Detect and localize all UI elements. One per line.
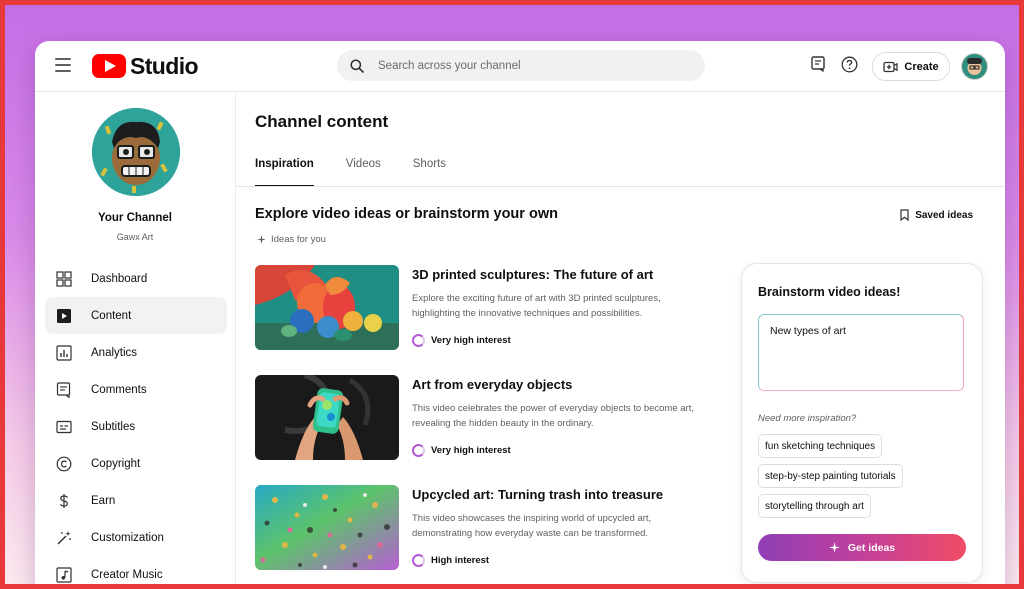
ideas-for-you-text: Ideas for you — [271, 234, 326, 245]
idea-card[interactable]: Art from everyday objects This video cel… — [255, 375, 715, 463]
sidebar-item-label: Dashboard — [91, 272, 148, 285]
tab-inspiration[interactable]: Inspiration — [255, 158, 314, 187]
need-inspiration-label: Need more inspiration? — [758, 413, 857, 424]
dashboard-icon — [55, 270, 73, 288]
ideas-for-you-label: Ideas for you — [257, 234, 326, 245]
idea-card[interactable]: 3D printed sculptures: The future of art… — [255, 265, 715, 353]
sidebar: Your Channel Gawx Art Dashboard Content … — [35, 92, 236, 584]
brainstorm-title: Brainstorm video ideas! — [758, 285, 901, 299]
sidebar-item-customization[interactable]: Customization — [45, 519, 227, 556]
menu-icon[interactable] — [55, 58, 71, 72]
sidebar-item-label: Analytics — [91, 346, 138, 359]
interest-ring-icon — [412, 334, 425, 347]
interest-ring-icon — [412, 444, 425, 457]
cartoon-avatar-icon — [92, 108, 180, 196]
top-bar: Studio Create — [35, 41, 1005, 92]
section-title: Explore video ideas or brainstorm your o… — [255, 206, 558, 222]
search-input[interactable] — [376, 58, 680, 73]
interest-indicator: High interest — [412, 554, 489, 567]
create-video-icon — [883, 61, 898, 72]
channel-handle: Gawx Art — [116, 232, 154, 242]
logo-text: Studio — [130, 52, 199, 79]
create-label: Create — [904, 60, 939, 73]
search-icon — [350, 58, 364, 73]
idea-description: Explore the exciting future of art with … — [412, 293, 661, 319]
sidebar-item-label: Creator Music — [91, 568, 163, 581]
sidebar-item-label: Copyright — [91, 457, 141, 470]
brainstorm-panel: Brainstorm video ideas! New types of art… — [741, 263, 983, 583]
page-title: Channel content — [255, 112, 389, 131]
comments-icon — [55, 381, 73, 399]
idea-title: Art from everyday objects — [412, 377, 573, 392]
sparkle-icon — [828, 542, 840, 553]
get-ideas-button[interactable]: Get ideas — [758, 534, 966, 561]
channel-name: Your Channel — [98, 212, 172, 224]
interest-indicator: Very high interest — [412, 334, 511, 347]
content-tabs: Inspiration Videos Shorts — [255, 158, 446, 187]
tabs-divider — [236, 186, 1005, 187]
idea-description: This video showcases the inspiring world… — [412, 513, 652, 539]
music-icon — [55, 566, 73, 584]
sidebar-nav: Dashboard Content Analytics Comments Sub… — [45, 260, 227, 584]
youtube-studio-logo[interactable]: Studio — [92, 52, 199, 79]
help-icon[interactable] — [841, 56, 858, 73]
brainstorm-input[interactable]: New types of art — [758, 314, 964, 391]
suggestion-chip[interactable]: storytelling through art — [758, 494, 871, 518]
sidebar-item-label: Content — [91, 309, 132, 322]
background-frame: Studio Create — [5, 5, 1019, 584]
sidebar-item-creator-music[interactable]: Creator Music — [45, 556, 227, 584]
sidebar-item-subtitles[interactable]: Subtitles — [45, 408, 227, 445]
interest-ring-icon — [412, 554, 425, 567]
sidebar-item-label: Earn — [91, 494, 116, 507]
analytics-icon — [55, 344, 73, 362]
idea-thumbnail-everyday-objects — [255, 375, 399, 460]
account-avatar[interactable] — [961, 53, 988, 80]
idea-title: 3D printed sculptures: The future of art — [412, 267, 654, 282]
idea-thumbnail-sculptures — [255, 265, 399, 350]
idea-thumbnail-upcycled-art — [255, 485, 399, 570]
suggestion-chip[interactable]: fun sketching techniques — [758, 434, 883, 458]
bookmark-icon — [900, 209, 909, 221]
saved-ideas-button[interactable]: Saved ideas — [900, 209, 973, 221]
subtitles-icon — [55, 418, 73, 436]
interest-indicator: Very high interest — [412, 444, 511, 457]
idea-title: Upcycled art: Turning trash into treasur… — [412, 487, 664, 502]
create-button[interactable]: Create — [872, 52, 950, 81]
interest-label: Very high interest — [431, 335, 511, 346]
copyright-icon — [55, 455, 73, 473]
youtube-play-icon — [92, 54, 126, 78]
sidebar-item-content[interactable]: Content — [45, 297, 227, 334]
tab-videos[interactable]: Videos — [346, 158, 381, 185]
dollar-icon — [55, 492, 73, 510]
get-ideas-label: Get ideas — [847, 541, 896, 554]
suggestion-chip[interactable]: step-by-step painting tutorials — [758, 464, 903, 488]
sidebar-item-label: Subtitles — [91, 420, 136, 433]
sidebar-item-label: Customization — [91, 531, 164, 544]
studio-window: Studio Create — [35, 41, 1005, 584]
magic-wand-icon — [55, 529, 73, 547]
idea-description: This video celebrates the power of every… — [412, 403, 694, 429]
sidebar-item-analytics[interactable]: Analytics — [45, 334, 227, 371]
sidebar-item-dashboard[interactable]: Dashboard — [45, 260, 227, 297]
sidebar-item-label: Comments — [91, 383, 147, 396]
content-icon — [55, 307, 73, 325]
saved-ideas-label: Saved ideas — [915, 209, 973, 221]
interest-label: Very high interest — [431, 445, 511, 456]
sidebar-item-copyright[interactable]: Copyright — [45, 445, 227, 482]
sparkle-icon — [257, 235, 266, 244]
sidebar-item-comments[interactable]: Comments — [45, 371, 227, 408]
search-bar[interactable] — [337, 50, 705, 81]
tab-shorts[interactable]: Shorts — [413, 158, 446, 185]
main-content: Channel content Inspiration Videos Short… — [236, 92, 1005, 584]
feedback-icon[interactable] — [811, 56, 826, 72]
idea-card[interactable]: Upcycled art: Turning trash into treasur… — [255, 485, 715, 573]
sidebar-item-earn[interactable]: Earn — [45, 482, 227, 519]
channel-avatar[interactable] — [92, 108, 180, 196]
interest-label: High interest — [431, 555, 490, 566]
avatar-face-icon — [967, 58, 982, 75]
